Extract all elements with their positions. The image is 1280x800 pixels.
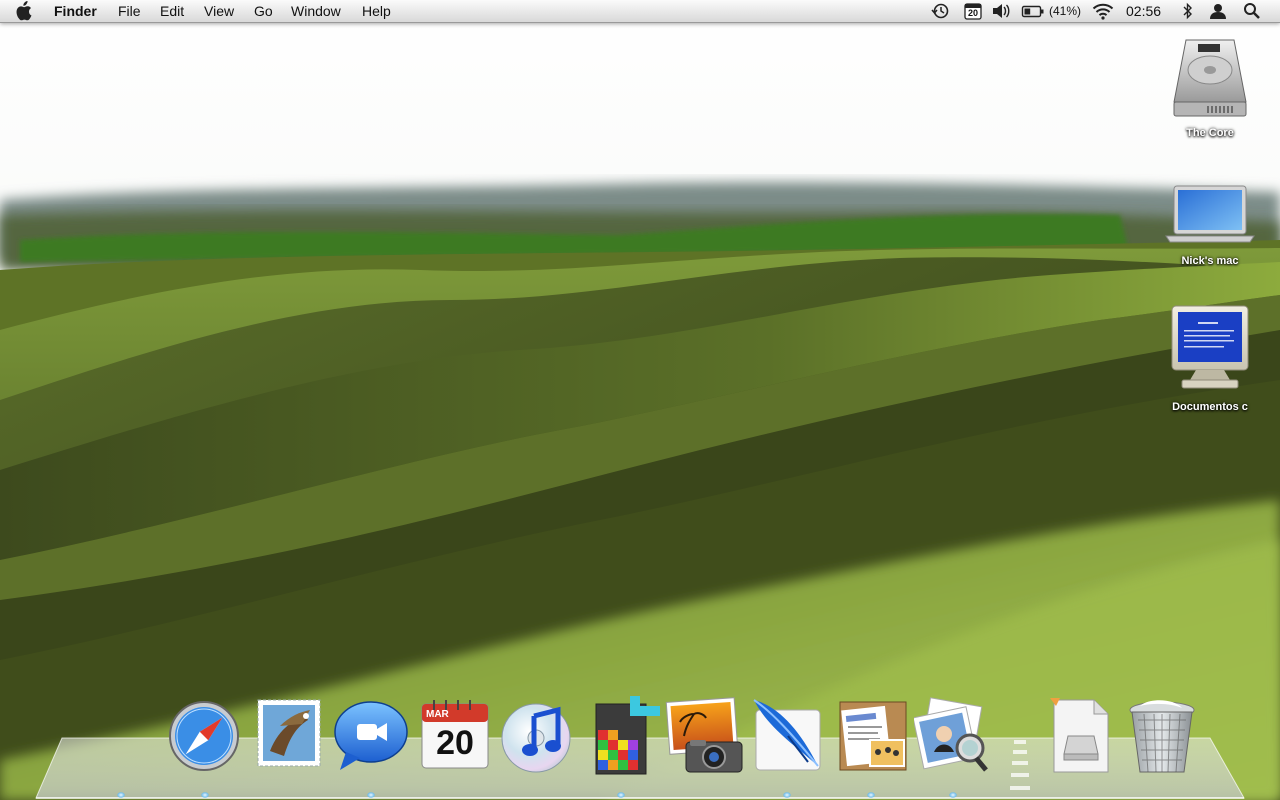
user-icon[interactable] <box>1209 2 1227 20</box>
dock-safari[interactable] <box>166 696 246 780</box>
desktop-wallpaper <box>0 0 1280 800</box>
dock-mail[interactable] <box>250 696 330 780</box>
wifi-icon[interactable] <box>1092 2 1114 20</box>
running-indicator <box>867 792 875 798</box>
menu-file[interactable]: File <box>118 0 141 22</box>
pages-icon <box>839 701 907 771</box>
drive-document-icon <box>1050 698 1109 773</box>
trash-can-icon <box>1129 700 1195 773</box>
ical-icon[interactable]: 20 <box>964 2 982 20</box>
hard-drive-icon <box>1173 39 1247 117</box>
menu-finder[interactable]: Finder <box>54 0 97 22</box>
dock-ical[interactable]: MAR 20 <box>416 696 496 780</box>
clock[interactable]: 02:56 <box>1126 0 1161 22</box>
dock-ichat[interactable] <box>332 696 412 780</box>
desktop-icon-label: Nick's mac <box>1181 255 1239 267</box>
tetris-icon <box>595 696 660 775</box>
ichat-icon <box>334 701 408 770</box>
running-indicator <box>783 792 791 798</box>
time-machine-icon[interactable] <box>930 2 952 20</box>
dock-tetris[interactable] <box>586 696 666 780</box>
running-indicator <box>201 792 209 798</box>
desktop-icon-label: Documentos c <box>1172 401 1248 413</box>
menu-bar: Finder File Edit View Go Window Help 20 … <box>0 0 1280 23</box>
ical-day-label: 20 <box>436 724 474 762</box>
mail-stamp-icon <box>257 699 321 767</box>
preview-icon <box>914 697 988 772</box>
battery-icon[interactable] <box>1021 2 1045 20</box>
macbook-icon <box>1165 185 1255 243</box>
bluetooth-icon[interactable] <box>1182 2 1194 20</box>
photoshop-feather-icon <box>753 699 821 771</box>
dock-preview[interactable] <box>914 696 994 780</box>
desktop-icon-nicks-mac[interactable]: Nick's mac <box>1155 182 1265 267</box>
menu-view[interactable]: View <box>204 0 234 22</box>
running-indicator <box>367 792 375 798</box>
running-indicator <box>949 792 957 798</box>
dock-itunes[interactable] <box>498 696 578 780</box>
ical-day-label: 20 <box>967 8 978 18</box>
volume-icon[interactable] <box>991 2 1011 20</box>
menu-window[interactable]: Window <box>291 0 341 22</box>
menu-help[interactable]: Help <box>362 0 391 22</box>
apple-menu-icon[interactable] <box>14 0 40 22</box>
dock-iphoto[interactable] <box>664 696 744 780</box>
dock-hard-drive-document[interactable] <box>1046 696 1126 780</box>
dock-pages[interactable] <box>832 696 912 780</box>
menu-edit[interactable]: Edit <box>160 0 184 22</box>
menu-go[interactable]: Go <box>254 0 273 22</box>
iphoto-icon <box>665 697 743 773</box>
spotlight-icon[interactable] <box>1243 2 1261 20</box>
itunes-icon <box>501 703 571 773</box>
desktop-icon-label: The Core <box>1186 127 1234 139</box>
desktop-icon-documentos[interactable]: Documentos c <box>1155 304 1265 413</box>
running-indicator <box>117 792 125 798</box>
pc-monitor-icon <box>1171 305 1249 389</box>
running-indicator <box>617 792 625 798</box>
desktop-icon-the-core[interactable]: The Core <box>1155 34 1265 139</box>
ical-month-label: MAR <box>426 709 449 720</box>
dock-trash[interactable] <box>1124 696 1204 780</box>
dock-photoshop[interactable] <box>748 696 828 780</box>
safari-icon <box>169 701 239 771</box>
battery-percent-label: (41%) <box>1049 4 1082 18</box>
